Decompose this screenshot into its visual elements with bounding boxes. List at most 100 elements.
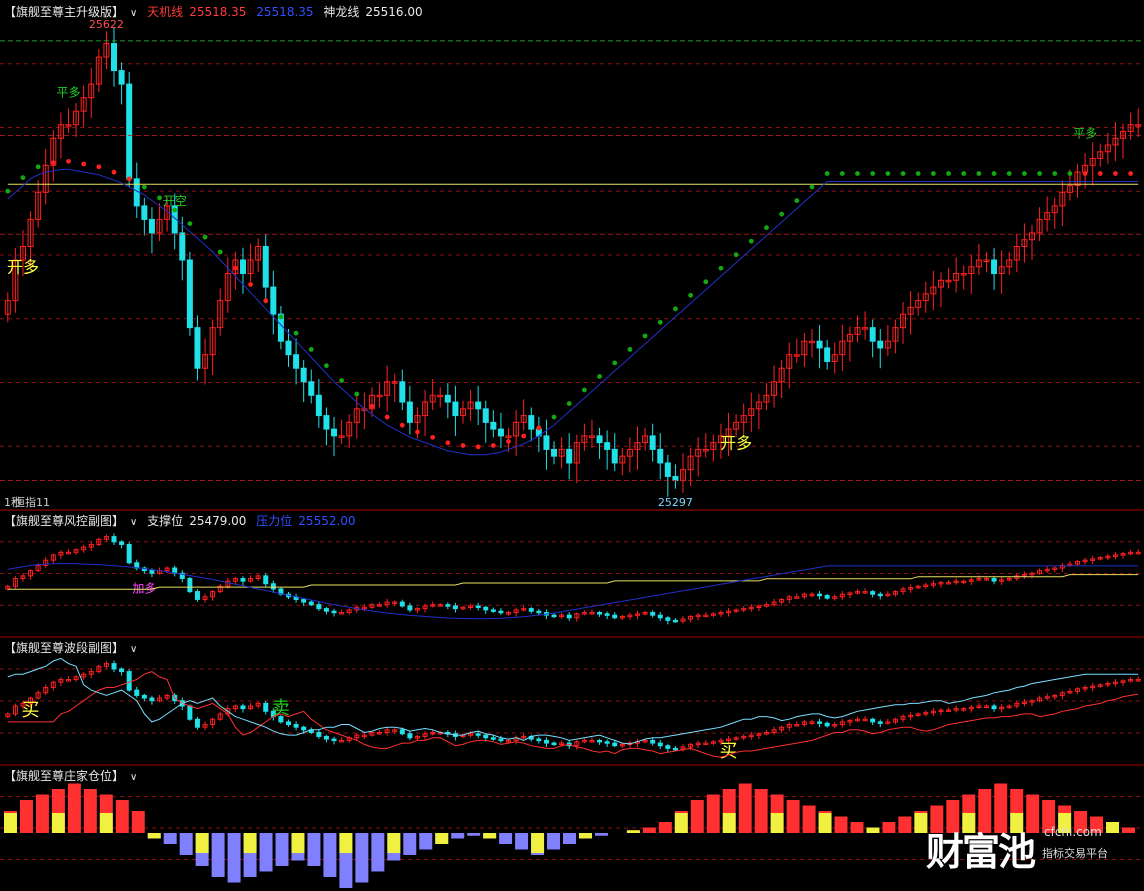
position-bar bbox=[515, 833, 529, 850]
main-candle bbox=[528, 415, 535, 430]
risk-candle bbox=[604, 613, 610, 616]
main-candle bbox=[596, 435, 603, 444]
trend-dot bbox=[354, 391, 360, 397]
pressure-value: 25552.00 bbox=[298, 514, 356, 528]
main-candle bbox=[611, 448, 618, 464]
chevron-down-icon[interactable]: ∨ bbox=[130, 8, 137, 19]
risk-candle bbox=[475, 605, 481, 608]
wave-candle bbox=[286, 721, 291, 726]
wave-candle bbox=[331, 738, 337, 742]
main-candle bbox=[543, 435, 550, 450]
wave-candle bbox=[126, 671, 132, 691]
risk-candle bbox=[308, 601, 314, 606]
wave-candle bbox=[475, 733, 481, 736]
wave-candle bbox=[543, 739, 549, 744]
main-candle bbox=[179, 232, 186, 261]
trend-dot bbox=[172, 207, 178, 213]
trend-dot bbox=[445, 440, 451, 446]
trend-dot bbox=[733, 252, 739, 258]
trend-dot bbox=[1006, 171, 1012, 176]
risk-candle bbox=[240, 578, 246, 582]
main-candle bbox=[331, 428, 338, 437]
wave-candle bbox=[483, 734, 489, 739]
trend-dot bbox=[824, 171, 830, 176]
trend-dot bbox=[293, 330, 299, 336]
main-candle bbox=[293, 354, 300, 369]
trend-dot bbox=[202, 234, 208, 240]
wave-candle bbox=[301, 726, 307, 731]
position-bar bbox=[355, 833, 369, 883]
main-candle bbox=[482, 408, 489, 423]
main-panel-name[interactable]: 【旗舰至尊主升级版】 bbox=[4, 5, 124, 19]
position-bar-yellow bbox=[51, 813, 65, 833]
trend-dot bbox=[50, 160, 56, 166]
chevron-down-icon[interactable]: ∨ bbox=[130, 517, 137, 528]
position-bar bbox=[83, 789, 97, 833]
wave-candle bbox=[187, 705, 193, 720]
trend-dot bbox=[809, 184, 815, 190]
position-bar bbox=[882, 822, 896, 833]
trend-dot bbox=[384, 414, 390, 420]
risk-candle bbox=[452, 605, 458, 610]
position-panel-name[interactable]: 【旗舰至尊庄家仓位】 bbox=[4, 769, 124, 783]
tianji-label: 天机线 bbox=[147, 5, 184, 19]
trend-dot bbox=[126, 176, 132, 182]
trend-dot bbox=[1097, 171, 1103, 176]
trend-dot bbox=[460, 443, 466, 448]
trend-dot bbox=[475, 444, 481, 450]
trend-dot bbox=[521, 433, 527, 439]
risk-candle bbox=[323, 608, 329, 612]
position-bar-yellow bbox=[674, 813, 688, 833]
low-value-label: 25297 bbox=[658, 496, 693, 509]
position-bar-yellow bbox=[578, 833, 592, 839]
trend-dot bbox=[764, 225, 769, 231]
position-bar bbox=[690, 800, 704, 833]
main-candle bbox=[111, 43, 118, 72]
main-candle bbox=[444, 394, 451, 403]
wave-candle bbox=[672, 747, 678, 751]
chevron-down-icon[interactable]: ∨ bbox=[130, 772, 137, 783]
wave-candle bbox=[536, 738, 542, 742]
signal-label: 开空 bbox=[163, 194, 187, 208]
support-label: 支撑位 bbox=[147, 514, 184, 528]
trend-dot bbox=[1067, 171, 1073, 176]
main-candle bbox=[315, 394, 322, 417]
position-bar bbox=[467, 833, 481, 836]
trend-dot bbox=[551, 414, 557, 420]
trend-dot bbox=[1022, 171, 1027, 176]
trend-dot bbox=[1052, 171, 1058, 176]
wave-candle bbox=[877, 721, 883, 724]
trend-dot bbox=[748, 238, 754, 244]
chart-canvas: 2562225297平多开多开空开多平多加多买 卖买 bbox=[0, 18, 1144, 888]
position-bar-yellow bbox=[387, 833, 401, 853]
wave-candle bbox=[293, 724, 299, 728]
position-bar bbox=[211, 833, 225, 877]
trend-dot bbox=[20, 175, 26, 180]
position-bar bbox=[163, 833, 177, 844]
main-candle bbox=[657, 448, 664, 464]
trend-dot bbox=[718, 265, 724, 271]
wave-candle bbox=[194, 718, 200, 728]
position-bar bbox=[802, 805, 816, 833]
trend-dot bbox=[248, 282, 253, 287]
trend-dot bbox=[900, 171, 906, 176]
position-bar bbox=[307, 833, 321, 866]
risk-candle bbox=[331, 610, 337, 614]
position-bar bbox=[275, 833, 289, 866]
risk-candle bbox=[119, 541, 125, 545]
watermark-site: cfchi.com bbox=[1044, 825, 1102, 839]
position-bar bbox=[259, 833, 273, 872]
position-bar bbox=[499, 833, 513, 844]
risk-panel-name[interactable]: 【旗舰至尊风控副图】 bbox=[4, 514, 124, 528]
trend-dot bbox=[430, 434, 436, 440]
main-candle bbox=[490, 421, 497, 430]
trend-dot bbox=[278, 314, 284, 320]
wave-candle bbox=[650, 739, 656, 744]
position-bar bbox=[419, 833, 433, 850]
chevron-down-icon[interactable]: ∨ bbox=[130, 644, 137, 655]
trend-dot bbox=[839, 171, 845, 176]
blue-line-value: 25518.35 bbox=[256, 5, 314, 19]
wave-panel-name[interactable]: 【旗舰至尊波段副图】 bbox=[4, 641, 124, 655]
risk-candle bbox=[270, 583, 276, 590]
trend-dot bbox=[612, 360, 618, 366]
